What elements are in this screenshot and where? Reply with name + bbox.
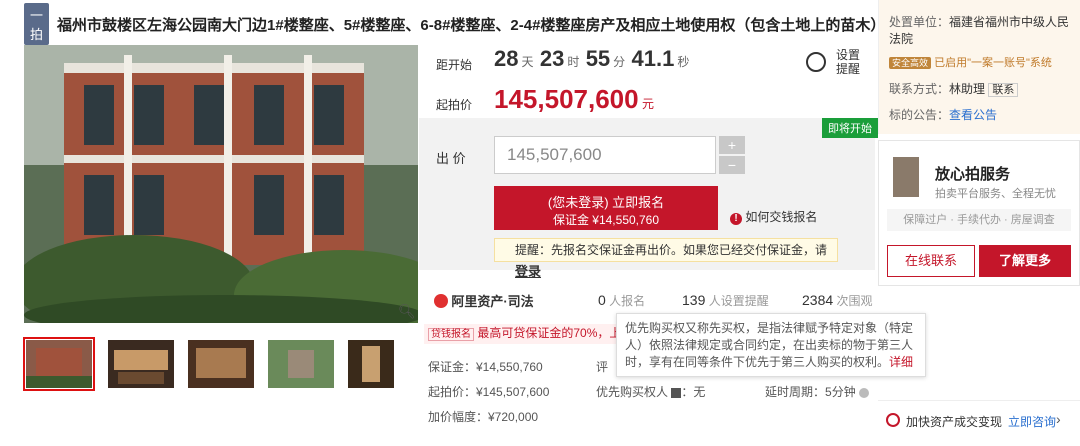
countdown-days-unit: 天: [521, 55, 534, 69]
platform-logo-icon: [434, 293, 448, 308]
service-panel: 放心拍服务 拍卖平台服务、全程无忧 保障过户 · 手续代办 · 房屋调查 在线联…: [878, 140, 1080, 286]
priority-tooltip: 优先购买权又称先买权，是指法律赋予特定对象（特定人）依照法律规定或合同约定，在出…: [616, 313, 926, 377]
priority-label: 优先购买权人: [596, 385, 669, 399]
notice-link[interactable]: 查看公告: [949, 108, 997, 122]
signup-line1: (您未登录) 立即报名: [547, 195, 665, 210]
tooltip-detail-link[interactable]: 详细: [889, 355, 913, 369]
notice-row: 标的公告：查看公告: [889, 106, 997, 123]
countdown-hours-unit: 时: [567, 55, 580, 69]
zoom-icon[interactable]: 🔍︎: [398, 303, 416, 319]
extend-period-row: 延时周期：5分钟: [765, 383, 870, 400]
security-row[interactable]: 安全高效 已启用"一案一账号"系统: [889, 54, 1052, 70]
loan-text: 最高可贷保证金的70%，上限: [477, 326, 616, 340]
how-to-pay-text: 如何交钱报名: [745, 210, 818, 224]
stat-signups-label: 人报名: [609, 294, 646, 308]
countdown-timer: 28 天 23 时 55 分 41.1 秒: [494, 46, 692, 72]
consult-banner[interactable]: 加快资产成交变现 立即咨询 ›: [878, 400, 1080, 441]
loan-banner[interactable]: 贷钱报名 最高可贷保证金的70%，上限: [424, 324, 616, 344]
reminder-line1: 设置: [836, 48, 861, 62]
how-to-pay-link[interactable]: ! 如何交钱报名: [730, 208, 817, 225]
countdown-seconds: 41.1: [631, 46, 675, 71]
stat-reminders-num: 139: [682, 292, 706, 308]
thumbnail-2[interactable]: [108, 340, 174, 388]
thumbnail-4[interactable]: [268, 340, 334, 388]
stat-views: 2384 次围观: [802, 292, 873, 309]
extend-value: 5分钟: [825, 385, 856, 399]
court-row: 处置单位：福建省福州市中级人民法院: [889, 14, 1077, 48]
stat-signups-num: 0: [598, 292, 606, 308]
service-title: 放心拍服务: [935, 166, 1011, 183]
countdown-minutes-unit: 分: [613, 55, 626, 69]
countdown-hours: 23: [539, 46, 565, 71]
loan-tag: 贷钱报名: [428, 328, 474, 341]
contact-label: 联系方式：: [889, 82, 950, 96]
reminder-line2: 提醒: [836, 62, 861, 76]
thumbnail-1[interactable]: [23, 337, 95, 391]
start-price: 145,507,600 元: [494, 84, 654, 115]
login-tip: 提醒：先报名交保证金再出价。如果您已经交付保证金，请登录: [494, 238, 838, 279]
thumbnail-5[interactable]: [348, 340, 394, 388]
countdown-seconds-unit: 秒: [677, 55, 690, 69]
service-tags: 保障过户 · 手续代办 · 房屋调查: [887, 209, 1071, 231]
online-contact-button[interactable]: 在线联系: [887, 245, 975, 277]
countdown-label: 距开始: [436, 58, 473, 72]
start-price-unit: 元: [641, 97, 654, 111]
stat-reminders: 139 人设置提醒: [682, 292, 769, 309]
tip-text: 提醒：先报名交保证金再出价。如果您已经交付保证金，请: [515, 243, 828, 257]
stat-reminders-label: 人设置提醒: [708, 294, 769, 308]
service-subtitle: 拍卖平台服务、全程无忧: [935, 188, 1056, 200]
deposit-row: 保证金：¥14,550,760: [428, 360, 543, 374]
alarm-clock-icon: [806, 52, 826, 72]
platform-brand: 阿里资产·司法: [434, 291, 534, 310]
auction-round-tag: 一拍: [24, 3, 50, 45]
question-icon[interactable]: [859, 387, 870, 398]
start-price-value: 145,507,600: [494, 84, 639, 114]
set-reminder-button[interactable]: 设置 提醒: [806, 48, 866, 80]
countdown-minutes: 55: [585, 46, 611, 71]
thumbnail-3[interactable]: [188, 340, 254, 388]
security-text: 已启用"一案一账号"系统: [934, 57, 1052, 69]
court-info-panel: 处置单位：福建省福州市中级人民法院 安全高效 已启用"一案一账号"系统 联系方式…: [878, 0, 1080, 134]
consult-link[interactable]: 立即咨询: [1008, 413, 1056, 430]
signup-button[interactable]: (您未登录) 立即报名 保证金 ¥14,550,760: [494, 186, 718, 230]
platform-name: 阿里资产·司法: [451, 294, 534, 309]
countdown-days: 28: [494, 46, 519, 71]
notice-label: 标的公告：: [889, 108, 950, 122]
consult-text: 加快资产成交变现: [906, 415, 1003, 429]
start-price-row: 起拍价：¥145,507,600: [428, 385, 550, 399]
bid-decrease-button[interactable]: −: [719, 156, 745, 174]
tooltip-text: 优先购买权又称先买权，是指法律赋予特定对象（特定人）依照法律规定或合同约定，在出…: [625, 321, 914, 369]
status-badge: 即将开始: [822, 118, 878, 138]
main-property-image[interactable]: 🔍︎: [24, 45, 418, 323]
extend-label: 延时周期：: [765, 385, 826, 399]
login-link[interactable]: 登录: [515, 264, 541, 279]
stat-signups: 0 人报名: [598, 292, 645, 309]
increment-row: 加价幅度：¥720,000: [428, 410, 539, 424]
priority-buyer-row: 优先购买权人 ：无: [596, 383, 705, 400]
stat-views-num: 2384: [802, 292, 834, 308]
start-price-label: 起拍价: [436, 98, 473, 112]
bid-label: 出 价: [436, 151, 466, 166]
court-label: 处置单位：: [889, 15, 950, 29]
chevron-right-icon: ›: [1056, 411, 1061, 427]
page-title: 福州市鼓楼区左海公园南大门边1#楼整座、5#楼整座、6-8#楼整座、2-4#楼整…: [57, 16, 886, 34]
bid-increase-button[interactable]: +: [719, 136, 745, 154]
title-bar: 一拍 福州市鼓楼区左海公园南大门边1#楼整座、5#楼整座、6-8#楼整座、2-4…: [24, 3, 885, 45]
contact-row: 联系方式：林助理 联系: [889, 80, 1019, 97]
stat-views-label: 次围观: [836, 294, 873, 308]
security-badge: 安全高效: [889, 57, 932, 69]
building-icon: [893, 157, 919, 197]
consult-icon: [886, 413, 900, 427]
contact-button[interactable]: 联系: [988, 83, 1019, 97]
learn-more-button[interactable]: 了解更多: [979, 245, 1071, 277]
contact-name: 林助理: [949, 82, 986, 96]
help-icon[interactable]: [671, 387, 682, 398]
signup-line2: 保证金 ¥14,550,760: [552, 213, 660, 227]
info-icon: !: [730, 213, 742, 225]
priority-value: ：无: [681, 385, 706, 399]
bid-input[interactable]: 145,507,600: [494, 136, 716, 174]
evaluation-row-partial: 评: [596, 360, 609, 374]
